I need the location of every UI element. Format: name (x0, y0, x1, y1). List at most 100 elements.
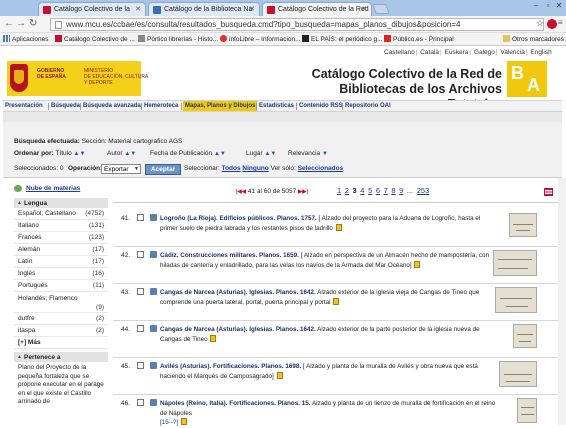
result-checkbox[interactable] (137, 399, 144, 406)
result-checkbox[interactable] (137, 362, 144, 369)
result-thumbnail[interactable] (517, 398, 537, 423)
order-fecha[interactable]: Fecha de Publicación (150, 150, 212, 157)
result-thumbnail[interactable] (495, 287, 537, 313)
order-titulo[interactable]: Título (55, 150, 71, 157)
lang-catala[interactable]: Català (420, 49, 439, 56)
result-title[interactable]: Cangas de Narcea (Asturias). Iglesias. P… (160, 289, 316, 296)
bookmark-otros[interactable]: Otros marcadores (503, 35, 564, 43)
star-icon[interactable]: ☆ (536, 18, 544, 29)
back-icon[interactable]: ← (4, 18, 14, 29)
facet-item[interactable]: Español; Castellano (4752) (14, 210, 108, 220)
sort-arrows-icon[interactable]: ▲▼ (264, 151, 276, 157)
result-checkbox[interactable] (137, 288, 144, 295)
nav-estadisticas[interactable]: Estadísticas (259, 101, 294, 111)
nav-busqueda-avanzada[interactable]: Búsqueda avanzada (83, 101, 141, 111)
see-selected-link[interactable]: Seleccionados (298, 165, 344, 172)
page-link[interactable]: 1 (337, 186, 341, 195)
bookmark-catalogo[interactable]: Catálogo Colectivo de ... (55, 35, 135, 43)
lang-english[interactable]: English (530, 49, 551, 56)
result-title[interactable]: Logroño (La Rioja). Edificios públicos. … (160, 215, 317, 222)
close-window-icon[interactable]: ✕ (553, 1, 565, 10)
bookmark-elpais[interactable]: EL PAÍS: el periódico g... (302, 35, 383, 43)
order-autor[interactable]: Autor (107, 150, 123, 157)
document-icon[interactable] (276, 371, 283, 379)
first-page-icon[interactable]: |◀◀ (236, 189, 246, 195)
bookmark-infolibre[interactable]: infoLibre – Información... (220, 35, 301, 43)
facet-item[interactable]: dutfre (2) (14, 315, 108, 325)
list-view-icon[interactable] (544, 188, 553, 196)
browser-tab-1[interactable]: Catálogo Colectivo de la ✕ (38, 2, 146, 16)
bookmark-apps[interactable]: Aplicaciones (3, 35, 49, 43)
document-icon[interactable] (414, 260, 421, 268)
network-logo[interactable]: B A (507, 61, 547, 97)
select-all-link[interactable]: Todos (222, 165, 241, 172)
bookmark-publico[interactable]: Público.es - Principal (384, 35, 454, 43)
sort-arrows-icon[interactable]: ▲▼ (214, 151, 226, 157)
close-tab-icon[interactable]: ✕ (361, 5, 367, 13)
facet-item[interactable]: Inglés (16) (14, 270, 108, 280)
sort-arrow-icon[interactable]: ▼ (322, 151, 328, 157)
sort-arrows-icon[interactable]: ▲▼ (124, 151, 136, 157)
result-thumbnail[interactable] (509, 213, 537, 237)
result-title[interactable]: Avilés (Asturias). Fortificaciones. Plan… (160, 363, 301, 370)
menu-icon[interactable]: ≡ (558, 18, 563, 27)
page-link[interactable]: 6 (376, 186, 380, 195)
page-link[interactable]: 253 (417, 186, 430, 195)
facet-item[interactable]: Alemán (17) (14, 246, 108, 256)
page-link[interactable]: 7 (384, 186, 388, 195)
extension-icon[interactable] (547, 19, 557, 29)
result-thumbnail[interactable] (493, 250, 537, 276)
facet-item[interactable]: Italiano (131) (14, 222, 108, 232)
facet-more-link[interactable]: [+] Más (14, 339, 108, 349)
facet-lengua-header[interactable]: ▲ Lengua (14, 198, 108, 208)
select-none-link[interactable]: Ninguno (242, 165, 268, 172)
document-icon[interactable] (180, 418, 187, 426)
sort-arrows-icon[interactable]: ▲▼ (74, 151, 86, 157)
aceptar-button[interactable]: Aceptar (145, 164, 181, 175)
result-thumbnail[interactable] (499, 361, 537, 387)
close-tab-icon[interactable]: ✕ (135, 5, 141, 13)
page-link[interactable]: 2 (345, 186, 349, 195)
result-title[interactable]: Cádiz. Construcciones militares. Planos.… (160, 252, 299, 259)
result-title[interactable]: Nápoles (Reino, Italia). Fortificaciones… (160, 400, 310, 407)
operation-select[interactable]: Exportar ▼ (101, 164, 141, 174)
facet-item[interactable]: Portugués (11) (14, 282, 108, 292)
facet-item[interactable]: Holandés; Flamenco (9) (14, 294, 108, 313)
next-page-icon[interactable]: ▶▶| (298, 189, 308, 195)
nube-materias-link[interactable]: Nube de materias (26, 185, 80, 192)
order-lugar[interactable]: Lugar (246, 150, 263, 157)
result-title[interactable]: Cangas de Narcea (Asturias). Iglesias. P… (160, 326, 316, 333)
forward-icon[interactable]: → (16, 18, 26, 29)
facet-item[interactable]: Francés (123) (14, 234, 108, 244)
nav-presentacion[interactable]: Presentación (5, 101, 43, 111)
page-link[interactable]: 5 (368, 186, 372, 195)
result-thumbnail[interactable] (513, 324, 537, 348)
page-link[interactable]: 4 (360, 186, 364, 195)
lang-valencia[interactable]: Valencià (500, 49, 524, 56)
page-link[interactable]: 8 (391, 186, 395, 195)
reload-icon[interactable]: ↻ (29, 18, 37, 29)
nav-contenido-rss[interactable]: Contenido RSS (299, 101, 343, 111)
minimize-icon[interactable]: – (530, 1, 542, 10)
lang-castellano[interactable]: Castellano (384, 49, 415, 56)
new-tab-button[interactable] (372, 4, 390, 14)
document-icon[interactable] (333, 297, 340, 305)
facet-item[interactable]: itaspa (2) (14, 327, 108, 337)
nav-busqueda[interactable]: Búsqueda (51, 101, 80, 111)
order-relevancia[interactable]: Relevancia (288, 150, 320, 157)
browser-tab-3-active[interactable]: Catálogo Colectivo de la Red ✕ (262, 2, 372, 16)
bookmark-portico[interactable]: Pórtico librerías - Histo... (138, 35, 218, 43)
result-checkbox[interactable] (137, 325, 144, 332)
lang-galego[interactable]: Galego (474, 49, 495, 56)
nav-hemeroteca[interactable]: Hemeroteca (144, 101, 178, 111)
pertenece-item[interactable]: Plano del Proyecto de la pequeña fortale… (18, 364, 104, 407)
url-input[interactable]: www.mcu.es/ccbae/es/consulta/resultados_… (50, 18, 544, 31)
document-icon[interactable] (210, 334, 217, 342)
browser-tab-2[interactable]: Catálogo de la Biblioteca Na ✕ (148, 2, 260, 16)
lang-euskera[interactable]: Euskera (445, 49, 469, 56)
nav-repositorio-oai[interactable]: Repositorio OAI (345, 101, 391, 111)
result-checkbox[interactable] (137, 214, 144, 221)
page-link[interactable]: 9 (399, 186, 403, 195)
facet-pertenece-header[interactable]: ▲ Pertenece a (14, 352, 108, 362)
document-icon[interactable] (335, 223, 342, 231)
